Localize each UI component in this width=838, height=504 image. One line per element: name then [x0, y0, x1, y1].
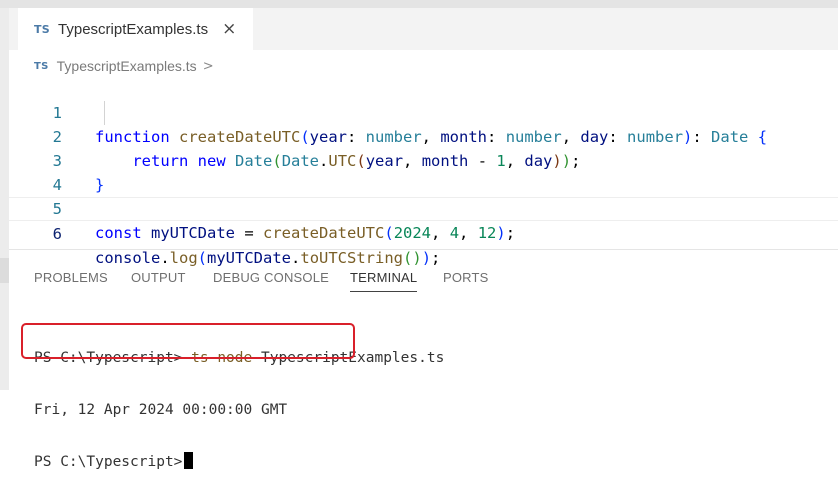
- tab-output[interactable]: OUTPUT: [131, 270, 186, 285]
- activity-strip: [0, 8, 9, 390]
- editor-tab[interactable]: TS TypescriptExamples.ts ×: [18, 8, 253, 50]
- tab-terminal[interactable]: TERMINAL: [350, 270, 418, 292]
- breadcrumb-file[interactable]: TypescriptExamples.ts: [57, 58, 197, 74]
- code-text: const myUTCDate = createDateUTC(2024, 4,…: [95, 224, 516, 242]
- breadcrumb: TS TypescriptExamples.ts >: [34, 56, 214, 76]
- code-line: 3 }: [9, 125, 838, 194]
- code-line: 1 function createDateUTC(year: number, m…: [9, 77, 838, 146]
- terminal-line: PS C:\Typescript>: [34, 452, 444, 472]
- window-top-strip: [0, 0, 838, 8]
- code-line-current: 6 console.log(myUTCDate.toUTCString());: [9, 197, 838, 267]
- editor-tab-bar: TS TypescriptExamples.ts ×: [9, 8, 838, 50]
- bottom-panel: PROBLEMS OUTPUT DEBUG CONSOLE TERMINAL P…: [9, 249, 838, 470]
- tab-title: TypescriptExamples.ts: [58, 20, 209, 38]
- close-icon[interactable]: ×: [222, 20, 236, 38]
- typescript-file-icon: TS: [34, 22, 51, 36]
- terminal-line: Fri, 12 Apr 2024 00:00:00 GMT: [34, 400, 444, 420]
- indent-guide: [104, 101, 105, 125]
- typescript-file-icon: TS: [34, 60, 49, 72]
- code-line: 4: [9, 149, 838, 194]
- terminal-cursor: [184, 452, 194, 469]
- chevron-right-icon: >: [202, 58, 214, 74]
- terminal-result: Fri, 12 Apr 2024 00:00:00 GMT: [34, 402, 288, 418]
- code-line: 5 const myUTCDate = createDateUTC(2024, …: [9, 173, 838, 242]
- code-editor[interactable]: 1 function createDateUTC(year: number, m…: [9, 77, 838, 267]
- terminal-prompt: PS C:\Typescript>: [34, 454, 183, 470]
- activity-marker: [0, 258, 9, 283]
- code-line: 2 return new Date(Date.UTC(year, month -…: [9, 101, 838, 170]
- tab-debug-console[interactable]: DEBUG CONSOLE: [213, 270, 329, 285]
- highlight-box: [21, 323, 355, 359]
- tab-ports[interactable]: PORTS: [443, 270, 489, 285]
- line-number: 6: [52, 225, 62, 243]
- tab-problems[interactable]: PROBLEMS: [34, 270, 108, 285]
